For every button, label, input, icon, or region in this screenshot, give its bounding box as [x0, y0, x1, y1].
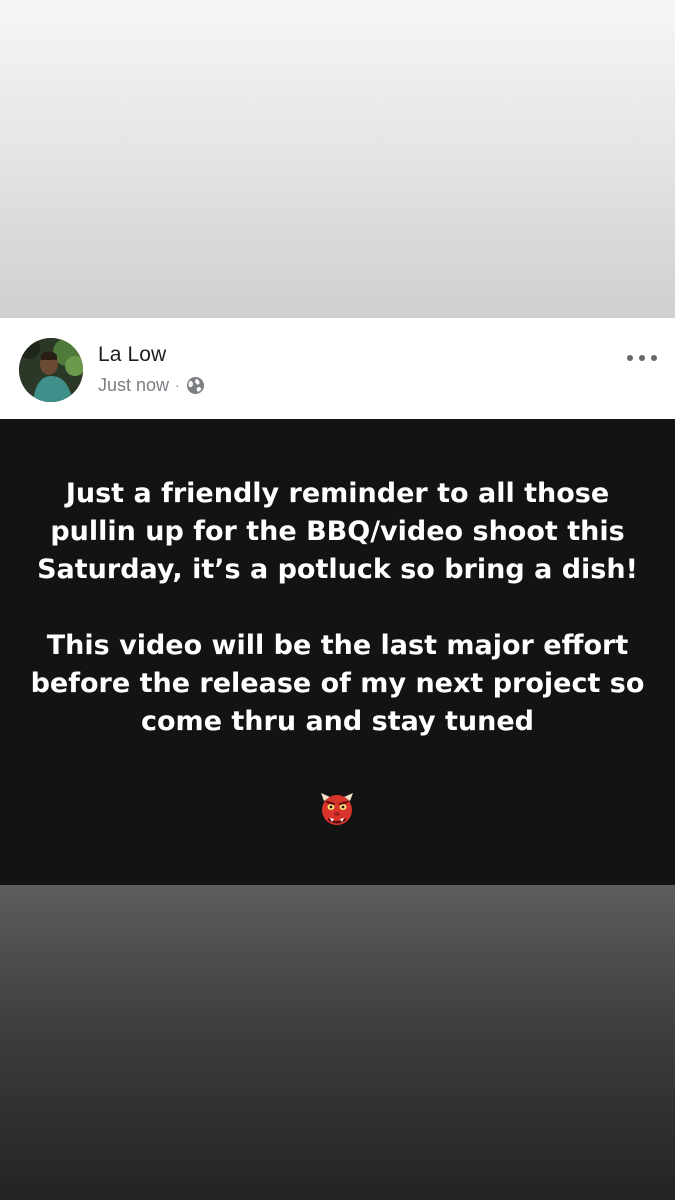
post-text: Just a friendly reminder to all those pu…	[20, 475, 655, 741]
more-dot	[627, 355, 633, 361]
post-meta: Just now ·	[98, 374, 205, 396]
more-dot	[639, 355, 645, 361]
ogre-emoji-icon	[319, 791, 355, 827]
more-dot	[651, 355, 657, 361]
meta-separator: ·	[175, 377, 180, 393]
post-paragraph-2: This video will be the last major effort…	[30, 630, 645, 737]
globe-icon	[186, 376, 205, 395]
avatar[interactable]	[19, 338, 83, 402]
author-name[interactable]: La Low	[98, 343, 166, 367]
post-timestamp[interactable]: Just now	[98, 375, 169, 396]
post-header: La Low Just now ·	[0, 318, 675, 419]
post-paragraph-1: Just a friendly reminder to all those pu…	[37, 478, 638, 585]
more-options-icon[interactable]	[627, 348, 657, 368]
post-body: Just a friendly reminder to all those pu…	[0, 419, 675, 885]
bottom-background	[0, 885, 675, 1200]
avatar-photo	[19, 338, 83, 402]
top-background	[0, 0, 675, 318]
